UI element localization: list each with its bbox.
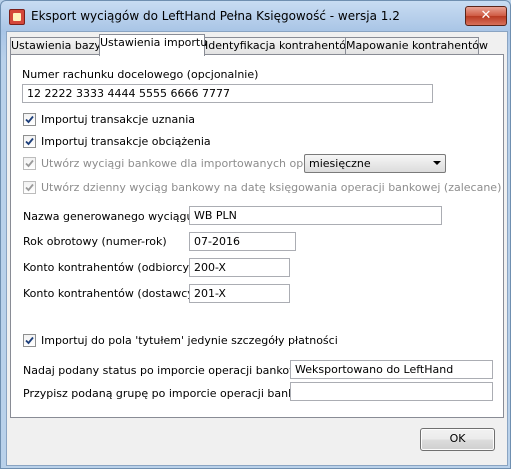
title-details-checkbox[interactable] <box>23 334 36 347</box>
window-title: Eksport wyciągów do LeftHand Pełna Księg… <box>31 9 400 23</box>
suppliers-account-label: Konto kontrahentów (dostawcy) <box>23 287 199 300</box>
receivers-account-label: Konto kontrahentów (odbiorcy) <box>23 261 194 274</box>
group-input[interactable] <box>290 382 493 401</box>
tab-strip: Ustawienia bazy Ustawienia importu Ident… <box>10 34 504 56</box>
tab-import-settings[interactable]: Ustawienia importu <box>99 34 207 56</box>
statement-period-select[interactable]: miesięczne <box>304 154 446 173</box>
status-label: Nadaj podany status po imporcie operacji… <box>23 364 308 377</box>
ok-button[interactable]: OK <box>420 428 495 451</box>
daily-statement-label: Utwórz dzienny wyciąg bankowy na datę ks… <box>41 181 502 194</box>
checkmark-icon <box>25 115 34 124</box>
tab-contractor-mapping[interactable]: Mapowanie kontrahentów <box>345 37 488 55</box>
group-label: Przypisz podaną grupę po imporcie operac… <box>23 387 320 400</box>
account-label: Numer rachunku docelowego (opcjonalnie) <box>22 68 259 81</box>
import-credit-label: Importuj transakcje uznania <box>41 113 196 126</box>
receivers-account-input[interactable]: 200-X <box>189 258 290 277</box>
close-button[interactable]: ✕ <box>465 6 507 26</box>
import-credit-checkbox[interactable] <box>23 113 36 126</box>
create-statements-label: Utwórz wyciągi bankowe dla importowanych… <box>41 157 334 170</box>
fiscal-year-label: Rok obrotowy (numer-rok) <box>23 235 167 248</box>
create-statements-checkbox[interactable] <box>23 157 36 170</box>
checkmark-icon <box>25 183 34 192</box>
statement-name-input[interactable]: WB PLN <box>189 206 442 225</box>
status-input[interactable]: Weksportowano do LeftHand <box>290 360 493 379</box>
suppliers-account-input[interactable]: 201-X <box>189 284 290 303</box>
checkmark-icon <box>25 159 34 168</box>
daily-statement-checkbox[interactable] <box>23 181 36 194</box>
main-window: Eksport wyciągów do LeftHand Pełna Księg… <box>0 0 511 469</box>
checkmark-icon <box>25 336 34 345</box>
import-debit-checkbox[interactable] <box>23 135 36 148</box>
import-settings-page: Numer rachunku docelowego (opcjonalnie) … <box>10 54 504 418</box>
import-debit-label: Importuj transakcje obciążenia <box>41 135 211 148</box>
app-icon <box>9 9 25 25</box>
fiscal-year-input[interactable]: 07-2016 <box>189 232 296 251</box>
statement-period-value: miesięczne <box>309 157 371 170</box>
checkmark-icon <box>25 137 34 146</box>
title-bar[interactable]: Eksport wyciągów do LeftHand Pełna Księg… <box>1 1 510 31</box>
title-details-label: Importuj do pola 'tytułem' jedynie szcze… <box>41 334 338 347</box>
tab-contractor-identification[interactable]: Identyfikacja kontrahentów <box>204 37 355 55</box>
chevron-down-icon <box>433 161 441 165</box>
account-number-input[interactable]: 12 2222 3333 4444 5555 6666 7777 <box>22 84 433 103</box>
statement-name-label: Nazwa generowanego wyciągu <box>23 210 194 223</box>
dialog-body: Ustawienia bazy Ustawienia importu Ident… <box>6 31 508 466</box>
tab-database-settings[interactable]: Ustawienia bazy <box>10 37 101 55</box>
